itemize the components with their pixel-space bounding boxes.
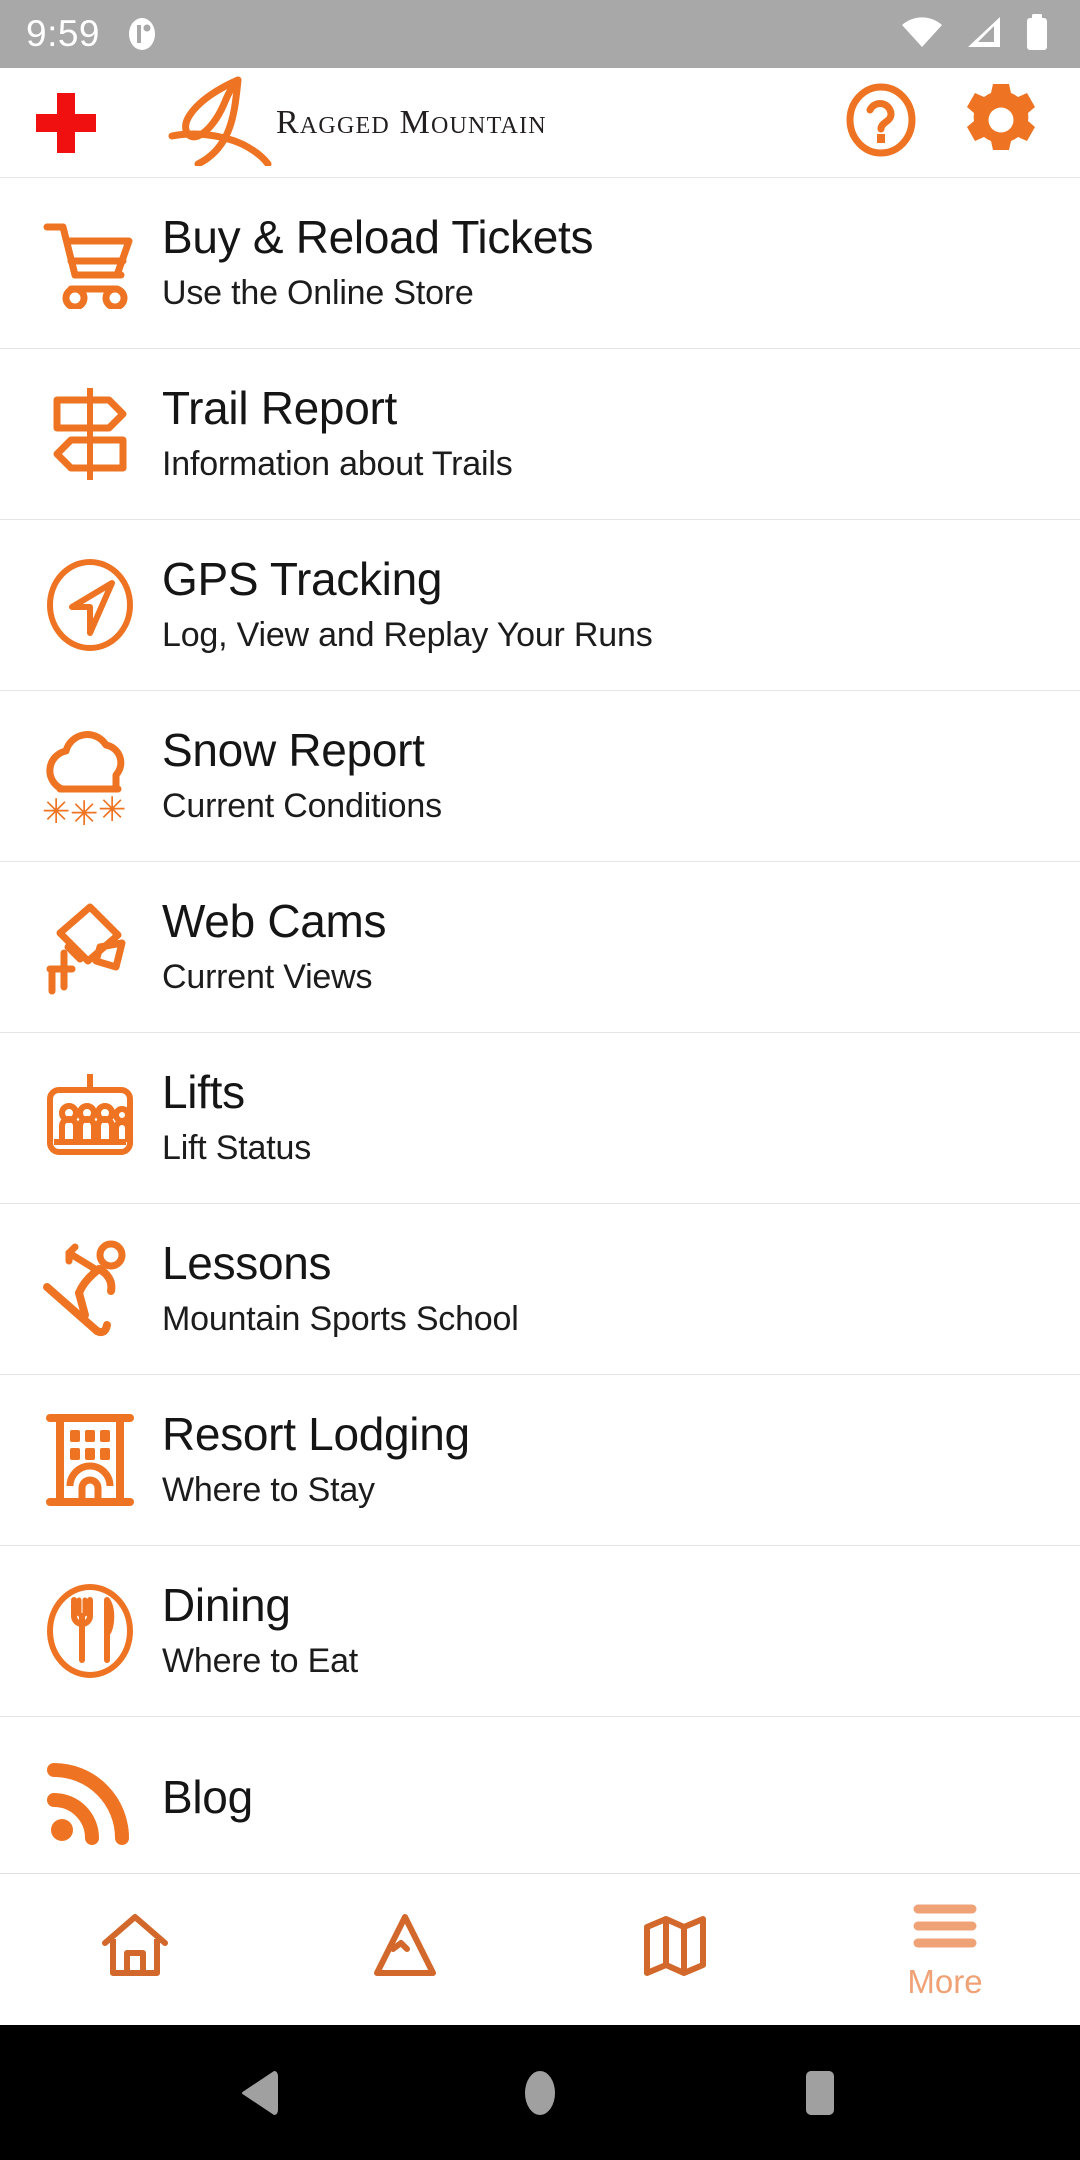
navigation-arrow-icon bbox=[26, 557, 154, 653]
list-item-text: Trail Report Information about Trails bbox=[162, 383, 513, 484]
list-item[interactable]: GPS Tracking Log, View and Replay Your R… bbox=[0, 520, 1080, 691]
mountain-icon bbox=[369, 1909, 441, 1986]
list-item-title: GPS Tracking bbox=[162, 553, 443, 606]
list-item[interactable]: Blog bbox=[0, 1717, 1080, 1873]
tab-home[interactable] bbox=[0, 1874, 270, 2025]
battery-icon bbox=[1024, 13, 1050, 56]
list-item-subtitle: Where to Eat bbox=[162, 1641, 359, 1680]
list-item-subtitle: Mountain Sports School bbox=[162, 1299, 519, 1338]
list-item-subtitle: Current Conditions bbox=[162, 786, 442, 825]
bottom-tab-bar: More bbox=[0, 1873, 1080, 2025]
list-item[interactable]: Trail Report Information about Trails bbox=[0, 349, 1080, 520]
main-menu-list[interactable]: Buy & Reload Tickets Use the Online Stor… bbox=[0, 178, 1080, 1873]
list-item-subtitle: Where to Stay bbox=[162, 1470, 375, 1509]
wifi-icon bbox=[900, 14, 944, 55]
tab-more[interactable]: More bbox=[810, 1874, 1080, 2025]
back-triangle-icon[interactable] bbox=[215, 2048, 305, 2138]
list-item-title: Web Cams bbox=[162, 895, 387, 948]
list-item-text: Web Cams Current Views bbox=[162, 895, 387, 997]
shopping-cart-icon bbox=[26, 217, 154, 309]
header-actions bbox=[844, 81, 1054, 164]
list-item[interactable]: Buy & Reload Tickets Use the Online Stor… bbox=[0, 178, 1080, 349]
list-item-text: Blog bbox=[162, 1770, 253, 1833]
notification-icon bbox=[124, 16, 160, 52]
svg-text:✳: ✳ bbox=[98, 790, 127, 827]
app-header: Ragged Mountain bbox=[0, 68, 1080, 178]
list-item-subtitle: Lift Status bbox=[162, 1128, 311, 1167]
chairlift-icon bbox=[26, 1070, 154, 1166]
svg-text:✳: ✳ bbox=[70, 794, 99, 827]
list-item[interactable]: Lessons Mountain Sports School bbox=[0, 1204, 1080, 1375]
map-icon bbox=[639, 1909, 711, 1986]
list-item-subtitle: Log, View and Replay Your Runs bbox=[162, 615, 653, 654]
tab-map[interactable] bbox=[540, 1874, 810, 2025]
brand-name: Ragged Mountain bbox=[276, 103, 547, 141]
skier-icon bbox=[26, 1239, 154, 1339]
list-item-subtitle: Information about Trails bbox=[162, 444, 513, 483]
help-circle-icon[interactable] bbox=[844, 83, 918, 162]
list-item-title: Blog bbox=[162, 1770, 253, 1823]
ragged-mountain-leaf-icon bbox=[164, 74, 272, 171]
first-aid-cross-icon[interactable] bbox=[26, 85, 106, 161]
list-item-subtitle: Use the Online Store bbox=[162, 273, 474, 312]
hamburger-menu-icon bbox=[909, 1898, 981, 1959]
list-item-title: Lifts bbox=[162, 1066, 245, 1119]
video-camera-icon bbox=[26, 899, 154, 995]
status-bar-indicators bbox=[900, 13, 1054, 56]
lodge-building-icon bbox=[26, 1410, 154, 1510]
status-bar-clock: 9:59 bbox=[26, 13, 101, 54]
list-item-text: Dining Where to Eat bbox=[162, 1580, 358, 1681]
svg-text:✳: ✳ bbox=[42, 792, 71, 827]
cellular-signal-icon bbox=[964, 14, 1004, 55]
list-item-text: Buy & Reload Tickets Use the Online Stor… bbox=[162, 211, 594, 313]
list-item-text: Resort Lodging Where to Stay bbox=[162, 1409, 470, 1510]
snow-cloud-icon: ✳ ✳ ✳ bbox=[26, 725, 154, 827]
list-item-subtitle: Current Views bbox=[162, 957, 373, 996]
list-item[interactable]: Web Cams Current Views bbox=[0, 862, 1080, 1033]
recents-square-icon[interactable] bbox=[775, 2048, 865, 2138]
list-item-title: Dining bbox=[162, 1579, 291, 1632]
list-item[interactable]: ✳ ✳ ✳ Snow Report Current Conditions bbox=[0, 691, 1080, 862]
list-item[interactable]: Dining Where to Eat bbox=[0, 1546, 1080, 1717]
home-icon bbox=[99, 1909, 171, 1986]
list-item-title: Trail Report bbox=[162, 382, 397, 435]
list-item-text: Snow Report Current Conditions bbox=[162, 725, 442, 826]
gear-icon[interactable] bbox=[962, 81, 1040, 164]
list-item[interactable]: Lifts Lift Status bbox=[0, 1033, 1080, 1204]
signpost-icon bbox=[26, 384, 154, 484]
rss-icon bbox=[26, 1756, 154, 1848]
brand-logo[interactable]: Ragged Mountain bbox=[164, 74, 547, 171]
tab-more-label: More bbox=[907, 1963, 983, 2000]
tab-mountain[interactable] bbox=[270, 1874, 540, 2025]
home-circle-icon[interactable] bbox=[495, 2048, 585, 2138]
list-item-title: Resort Lodging bbox=[162, 1408, 470, 1461]
list-item-text: Lessons Mountain Sports School bbox=[162, 1238, 519, 1339]
fork-knife-icon bbox=[26, 1582, 154, 1680]
android-navigation-bar bbox=[0, 2025, 1080, 2160]
app-screen: 9:59 Ragged Mountain Buy & Reload Ticket… bbox=[0, 0, 1080, 2160]
list-item-title: Lessons bbox=[162, 1237, 332, 1290]
list-item-title: Snow Report bbox=[162, 724, 425, 777]
list-item-text: GPS Tracking Log, View and Replay Your R… bbox=[162, 554, 653, 655]
list-item[interactable]: Resort Lodging Where to Stay bbox=[0, 1375, 1080, 1546]
list-item-text: Lifts Lift Status bbox=[162, 1067, 311, 1168]
list-item-title: Buy & Reload Tickets bbox=[162, 211, 594, 264]
status-bar: 9:59 bbox=[0, 0, 1080, 68]
